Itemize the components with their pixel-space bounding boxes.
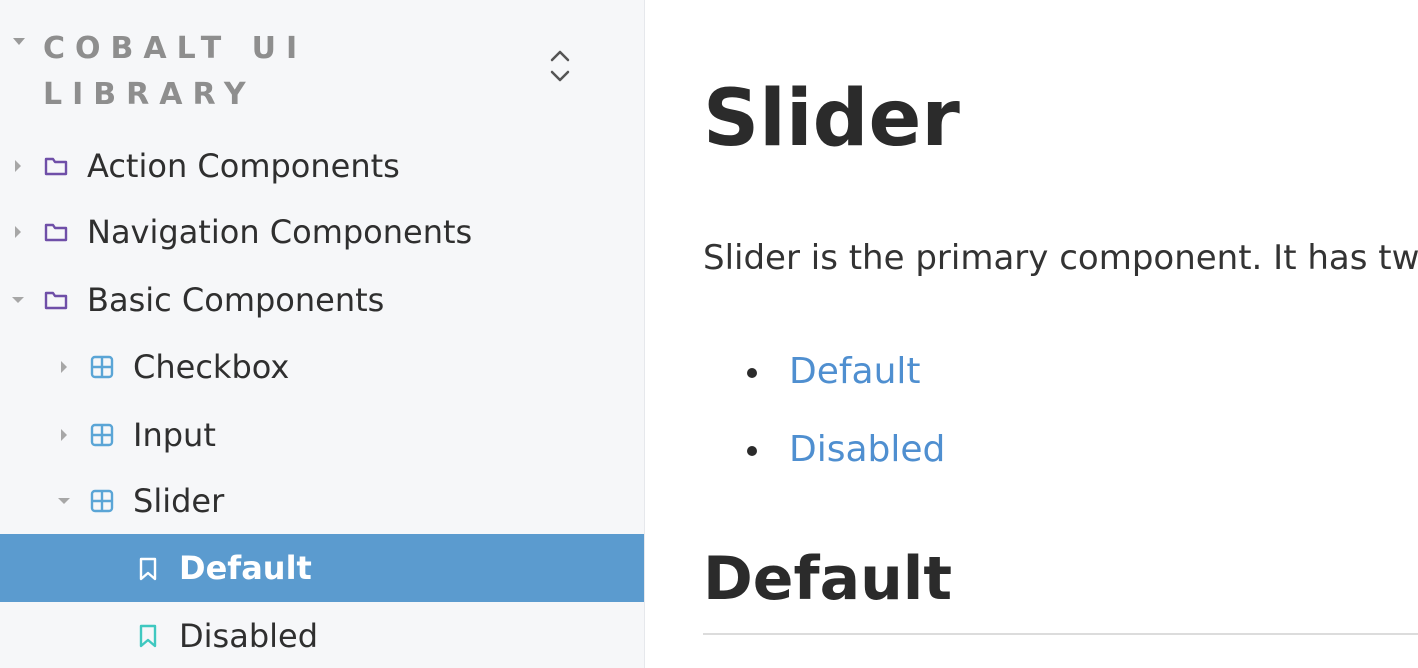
collapse-caret-icon[interactable] [13, 38, 25, 45]
link-disabled[interactable]: Disabled [789, 429, 945, 470]
library-header[interactable]: COBALT UI LIBRARY [0, 0, 644, 130]
component-icon [89, 488, 115, 514]
chevron-down-icon[interactable] [12, 297, 24, 303]
bullet-icon [747, 446, 757, 456]
tree-item-label: Basic Components [87, 281, 385, 319]
tree-item-label: Slider [133, 482, 225, 520]
bookmark-icon [135, 556, 161, 582]
chevron-right-icon[interactable] [15, 160, 21, 172]
story-link-list: Default Disabled [703, 340, 945, 496]
chevron-right-icon[interactable] [61, 361, 67, 373]
tree-item-label: Default [179, 549, 312, 587]
list-item: Default [703, 340, 945, 418]
tree-item-label: Action Components [87, 147, 400, 185]
docs-content: Slider Slider is the primary component. … [645, 0, 1418, 668]
tree-item-label: Disabled [179, 617, 319, 655]
intro-paragraph: Slider is the primary component. It has … [703, 238, 1418, 278]
folder-icon [43, 287, 69, 313]
chevron-right-icon[interactable] [61, 429, 67, 441]
tree-item-label: Checkbox [133, 348, 290, 386]
page-title: Slider [703, 74, 960, 164]
link-default[interactable]: Default [789, 351, 921, 392]
bookmark-icon [135, 623, 161, 649]
tree-item-action-components[interactable]: Action Components [0, 133, 644, 199]
section-title-default: Default [703, 544, 953, 614]
tree-item-navigation-components[interactable]: Navigation Components [0, 199, 644, 265]
tree-item-slider[interactable]: Slider [0, 468, 644, 534]
bullet-icon [747, 368, 757, 378]
tree-item-checkbox[interactable]: Checkbox [0, 334, 644, 400]
tree-item-label: Input [133, 416, 216, 454]
chevron-right-icon[interactable] [15, 226, 21, 238]
tree-item-slider-disabled[interactable]: Disabled [0, 603, 644, 668]
folder-icon [43, 153, 69, 179]
chevron-down-icon[interactable] [58, 498, 70, 504]
list-item: Disabled [703, 418, 945, 496]
component-icon [89, 354, 115, 380]
sidebar: COBALT UI LIBRARY Action Components Navi… [0, 0, 645, 668]
component-icon [89, 422, 115, 448]
tree-item-label: Navigation Components [87, 213, 473, 251]
tree-item-slider-default[interactable]: Default [0, 534, 644, 602]
folder-icon [43, 219, 69, 245]
section-divider [703, 633, 1418, 635]
library-title: COBALT UI LIBRARY [43, 31, 308, 112]
tree-item-basic-components[interactable]: Basic Components [0, 267, 644, 333]
tree-item-input[interactable]: Input [0, 402, 644, 468]
expand-collapse-toggle-icon[interactable] [546, 46, 574, 86]
